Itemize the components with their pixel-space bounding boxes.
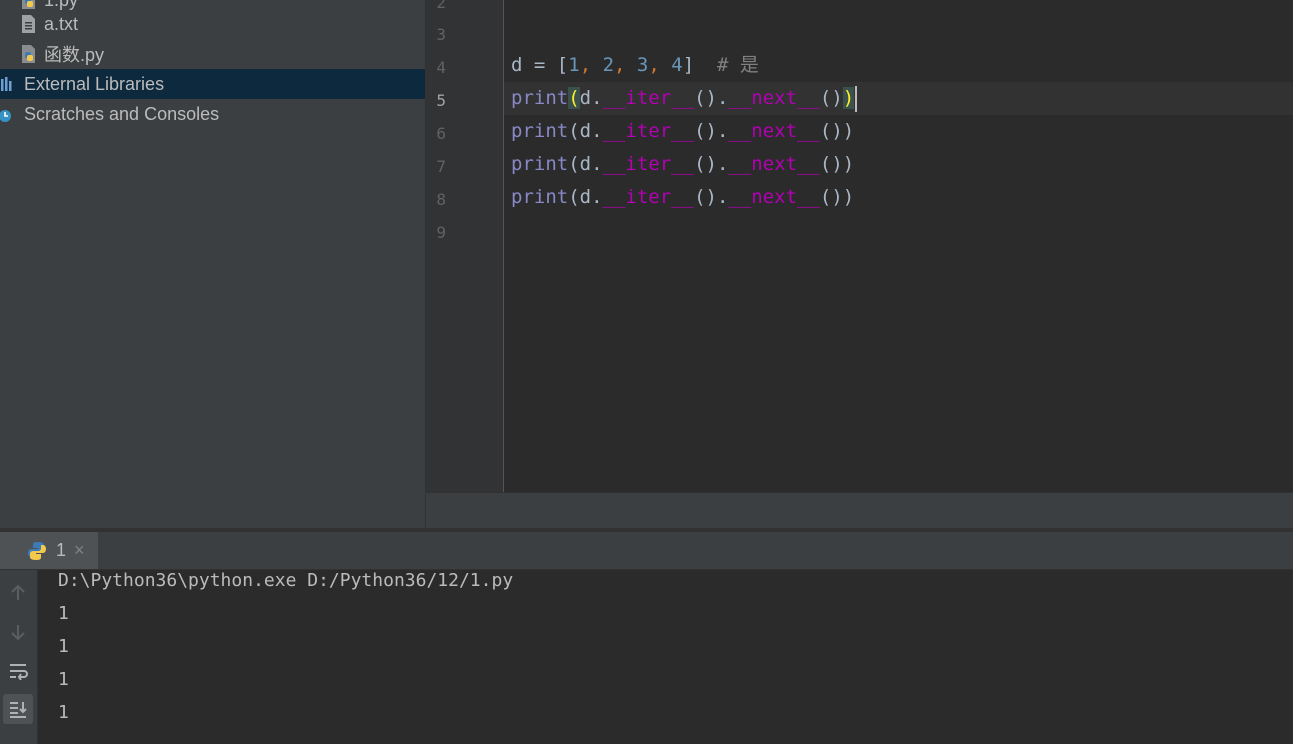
project-tree: 1.py a.txt 函数.py External Libraries Scra…	[0, 0, 426, 528]
python-icon	[26, 540, 48, 562]
python-file-icon	[18, 44, 38, 64]
line-number-gutter: 2 3 4 5 6 7 8 9	[426, 0, 504, 492]
line-number: 7	[436, 157, 446, 176]
run-toolbar	[0, 570, 38, 744]
run-tab-label: 1	[56, 540, 67, 560]
code-editor[interactable]: d = [1, 2, 3, 4] # 是 print(d.__iter__().…	[504, 0, 1293, 492]
soft-wrap-icon[interactable]	[3, 656, 33, 686]
down-arrow-icon[interactable]	[3, 617, 33, 647]
line-number: 8	[436, 190, 446, 209]
run-tab-1[interactable]: 1 ×	[0, 532, 98, 569]
console-output-line: 1	[58, 702, 69, 723]
line-number: 9	[436, 223, 446, 242]
library-icon	[0, 74, 20, 94]
line-number-current: 5	[436, 91, 446, 110]
console-output-line: 1	[58, 636, 69, 657]
editor-bottom-bar	[426, 492, 1293, 529]
code-line-5[interactable]: print(d.__iter__().__next__())	[511, 82, 858, 115]
line-number: 2	[436, 0, 446, 12]
up-arrow-icon[interactable]	[3, 578, 33, 608]
text-caret	[855, 85, 858, 112]
code-line-7[interactable]: print(d.__iter__().__next__())	[511, 148, 854, 181]
line-number: 3	[436, 25, 446, 44]
scratches-icon	[0, 104, 20, 124]
tree-item-a-txt[interactable]: a.txt	[0, 9, 425, 39]
tree-item-scratches[interactable]: Scratches and Consoles	[0, 99, 425, 129]
scroll-to-end-icon[interactable]	[3, 694, 33, 724]
tree-item-external-libraries[interactable]: External Libraries	[0, 69, 425, 99]
line-number: 4	[436, 58, 446, 77]
run-tab-bar: 1 ×	[0, 532, 1293, 570]
console-output-line: 1	[58, 669, 69, 690]
line-number: 6	[436, 124, 446, 143]
code-line-8[interactable]: print(d.__iter__().__next__())	[511, 181, 854, 214]
code-line-4[interactable]: d = [1, 2, 3, 4] # 是	[511, 49, 759, 82]
close-icon[interactable]: ×	[74, 540, 85, 561]
tree-item-hanshu-py[interactable]: 函数.py	[0, 39, 425, 69]
code-line-6[interactable]: print(d.__iter__().__next__())	[511, 115, 854, 148]
console-output-line: 1	[58, 603, 69, 624]
run-console[interactable]: D:\Python36\python.exe D:/Python36/12/1.…	[38, 570, 1293, 744]
text-file-icon	[18, 14, 38, 34]
console-command: D:\Python36\python.exe D:/Python36/12/1.…	[58, 570, 514, 591]
